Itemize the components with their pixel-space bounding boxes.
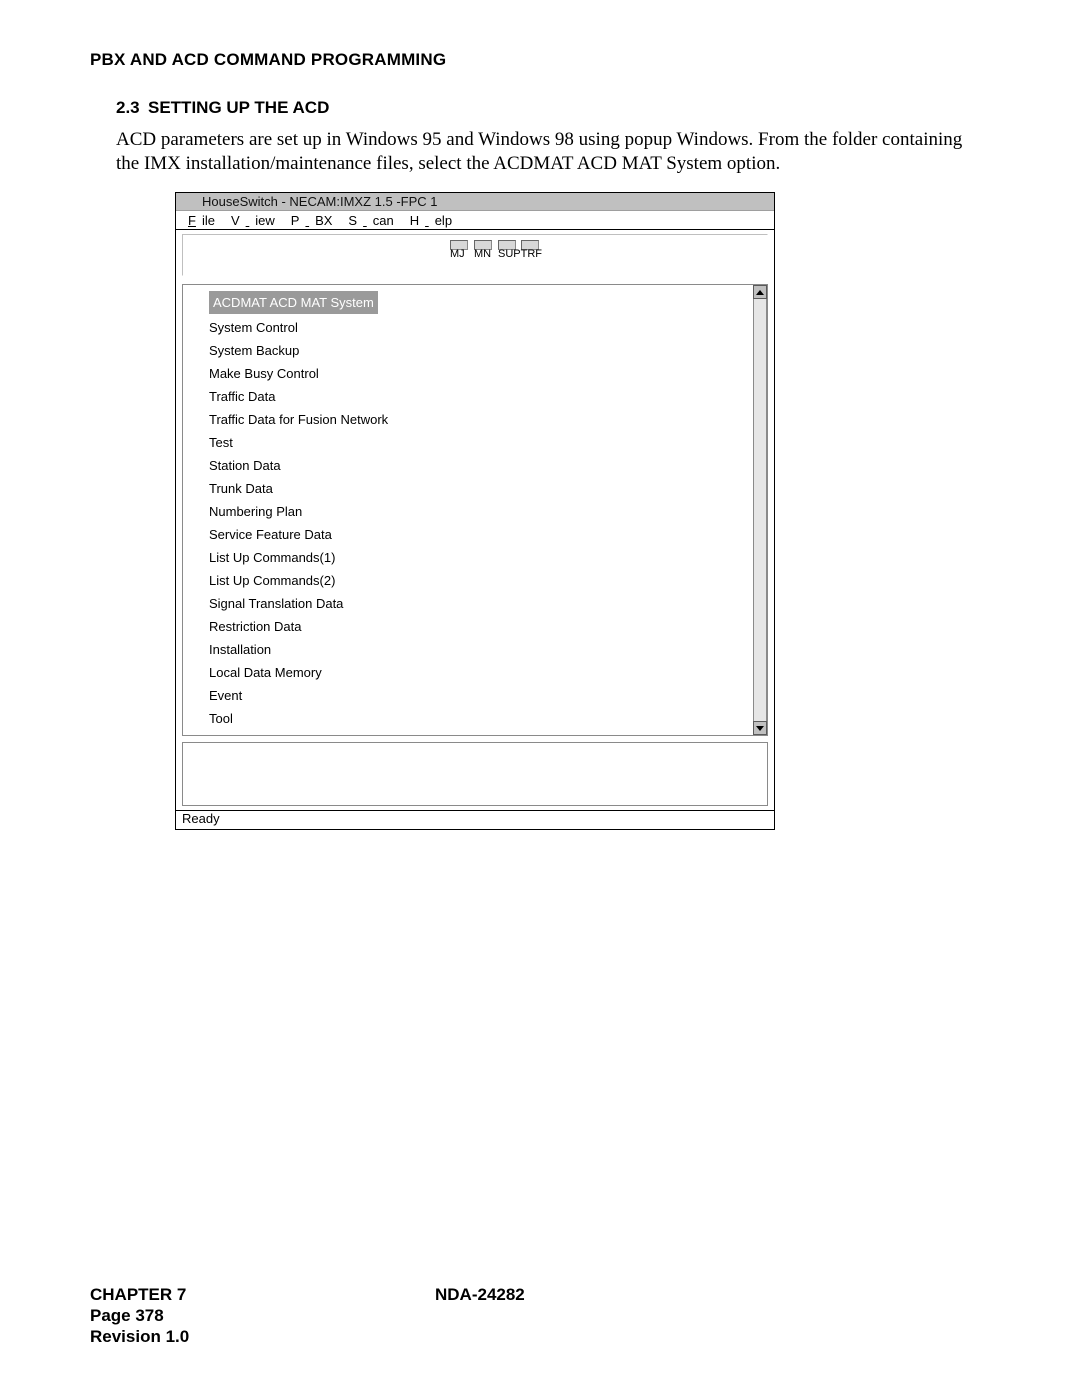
indicator-mj-label: MJ [450,248,465,260]
tree-item[interactable]: System Control [209,316,753,339]
tree-list: ACDMAT ACD MAT System System Control Sys… [183,285,753,735]
tree-item[interactable]: List Up Commands(1) [209,546,753,569]
indicator-trf-label: TRF [521,248,542,260]
arrow-up-icon [756,290,764,295]
toolbar: MJ MN SUP TRF [176,230,774,280]
tree-item[interactable]: Local Data Memory [209,661,753,684]
section-title: SETTING UP THE ACD [148,98,329,118]
footer-revision: Revision 1.0 [90,1326,189,1347]
tree-scrollbar[interactable] [753,285,767,735]
menu-file-rest: ile [199,213,218,228]
menu-view-gap [243,213,253,228]
scroll-up-button[interactable] [753,285,767,299]
tree-item[interactable]: Restriction Data [209,615,753,638]
tree-item[interactable]: Make Busy Control [209,362,753,385]
menu-file-accel: F [185,213,199,228]
tree-item[interactable]: Installation [209,638,753,661]
footer-chapter: CHAPTER 7 [90,1284,189,1305]
menu-help-pre: H [407,213,422,228]
tree-item[interactable]: Trunk Data [209,477,753,500]
menu-pbx-pre: P [288,213,303,228]
tree-item[interactable]: List Up Commands(2) [209,569,753,592]
tree-item[interactable]: Service Feature Data [209,523,753,546]
scroll-down-button[interactable] [753,721,767,735]
indicator-mn[interactable]: MN [474,240,492,260]
window-titlebar[interactable]: HouseSwitch - NECAM:IMXZ 1.5 -FPC 1 [176,193,774,211]
tree-inner: ACDMAT ACD MAT System System Control Sys… [182,284,768,736]
menu-file[interactable]: File [182,213,221,228]
footer-page: Page 378 [90,1305,189,1326]
indicator-trf[interactable]: TRF [521,240,542,260]
arrow-down-icon [756,726,764,731]
tree-item[interactable]: Numbering Plan [209,500,753,523]
menu-scan-rest: can [370,213,397,228]
section-number: 2.3 [116,98,140,118]
menu-help-rest: elp [432,213,455,228]
indicator-sup-trf-group: SUP TRF [498,240,542,260]
menu-view-rest: iew [252,213,278,228]
menubar: File V iew P BX S can H elp [176,211,774,230]
menu-view-pre: V [228,213,243,228]
tree-root[interactable]: ACDMAT ACD MAT System [209,291,378,314]
indicator-mn-label: MN [474,248,491,260]
body-text: ACD parameters are set up in Windows 95 … [116,128,986,176]
app-window: HouseSwitch - NECAM:IMXZ 1.5 -FPC 1 File… [175,192,775,830]
indicator-row: MJ MN SUP TRF [450,240,542,260]
tree-item[interactable]: System Backup [209,339,753,362]
detail-inner [182,742,768,806]
scroll-track[interactable] [753,299,767,721]
tree-item[interactable]: Traffic Data for Fusion Network [209,408,753,431]
page-header: PBX AND ACD COMMAND PROGRAMMING [90,50,446,70]
menu-pbx-rest: BX [312,213,335,228]
menu-scan[interactable]: S can [342,213,399,228]
tree-item[interactable]: Tool [209,707,753,730]
detail-pane [176,740,774,810]
tree-item[interactable]: Traffic Data [209,385,753,408]
indicator-sup[interactable]: SUP [498,240,521,260]
tree-item[interactable]: Test [209,431,753,454]
footer-left: CHAPTER 7 Page 378 Revision 1.0 [90,1284,189,1347]
page: PBX AND ACD COMMAND PROGRAMMING 2.3 SETT… [0,0,1080,1397]
tree-item[interactable]: Signal Translation Data [209,592,753,615]
indicator-mj[interactable]: MJ [450,240,468,260]
tree-item[interactable]: Station Data [209,454,753,477]
menu-pbx[interactable]: P BX [285,213,339,228]
footer-doc: NDA-24282 [435,1285,525,1305]
menu-scan-gap [360,213,370,228]
indicator-sup-label: SUP [498,248,521,260]
tree-item[interactable]: Event [209,684,753,707]
tree-pane: ACDMAT ACD MAT System System Control Sys… [176,280,774,740]
menu-help-gap [422,213,432,228]
menu-view[interactable]: V iew [225,213,281,228]
status-bar: Ready [176,810,774,829]
menu-help[interactable]: H elp [404,213,458,228]
menu-pbx-gap [302,213,312,228]
menu-scan-pre: S [345,213,360,228]
